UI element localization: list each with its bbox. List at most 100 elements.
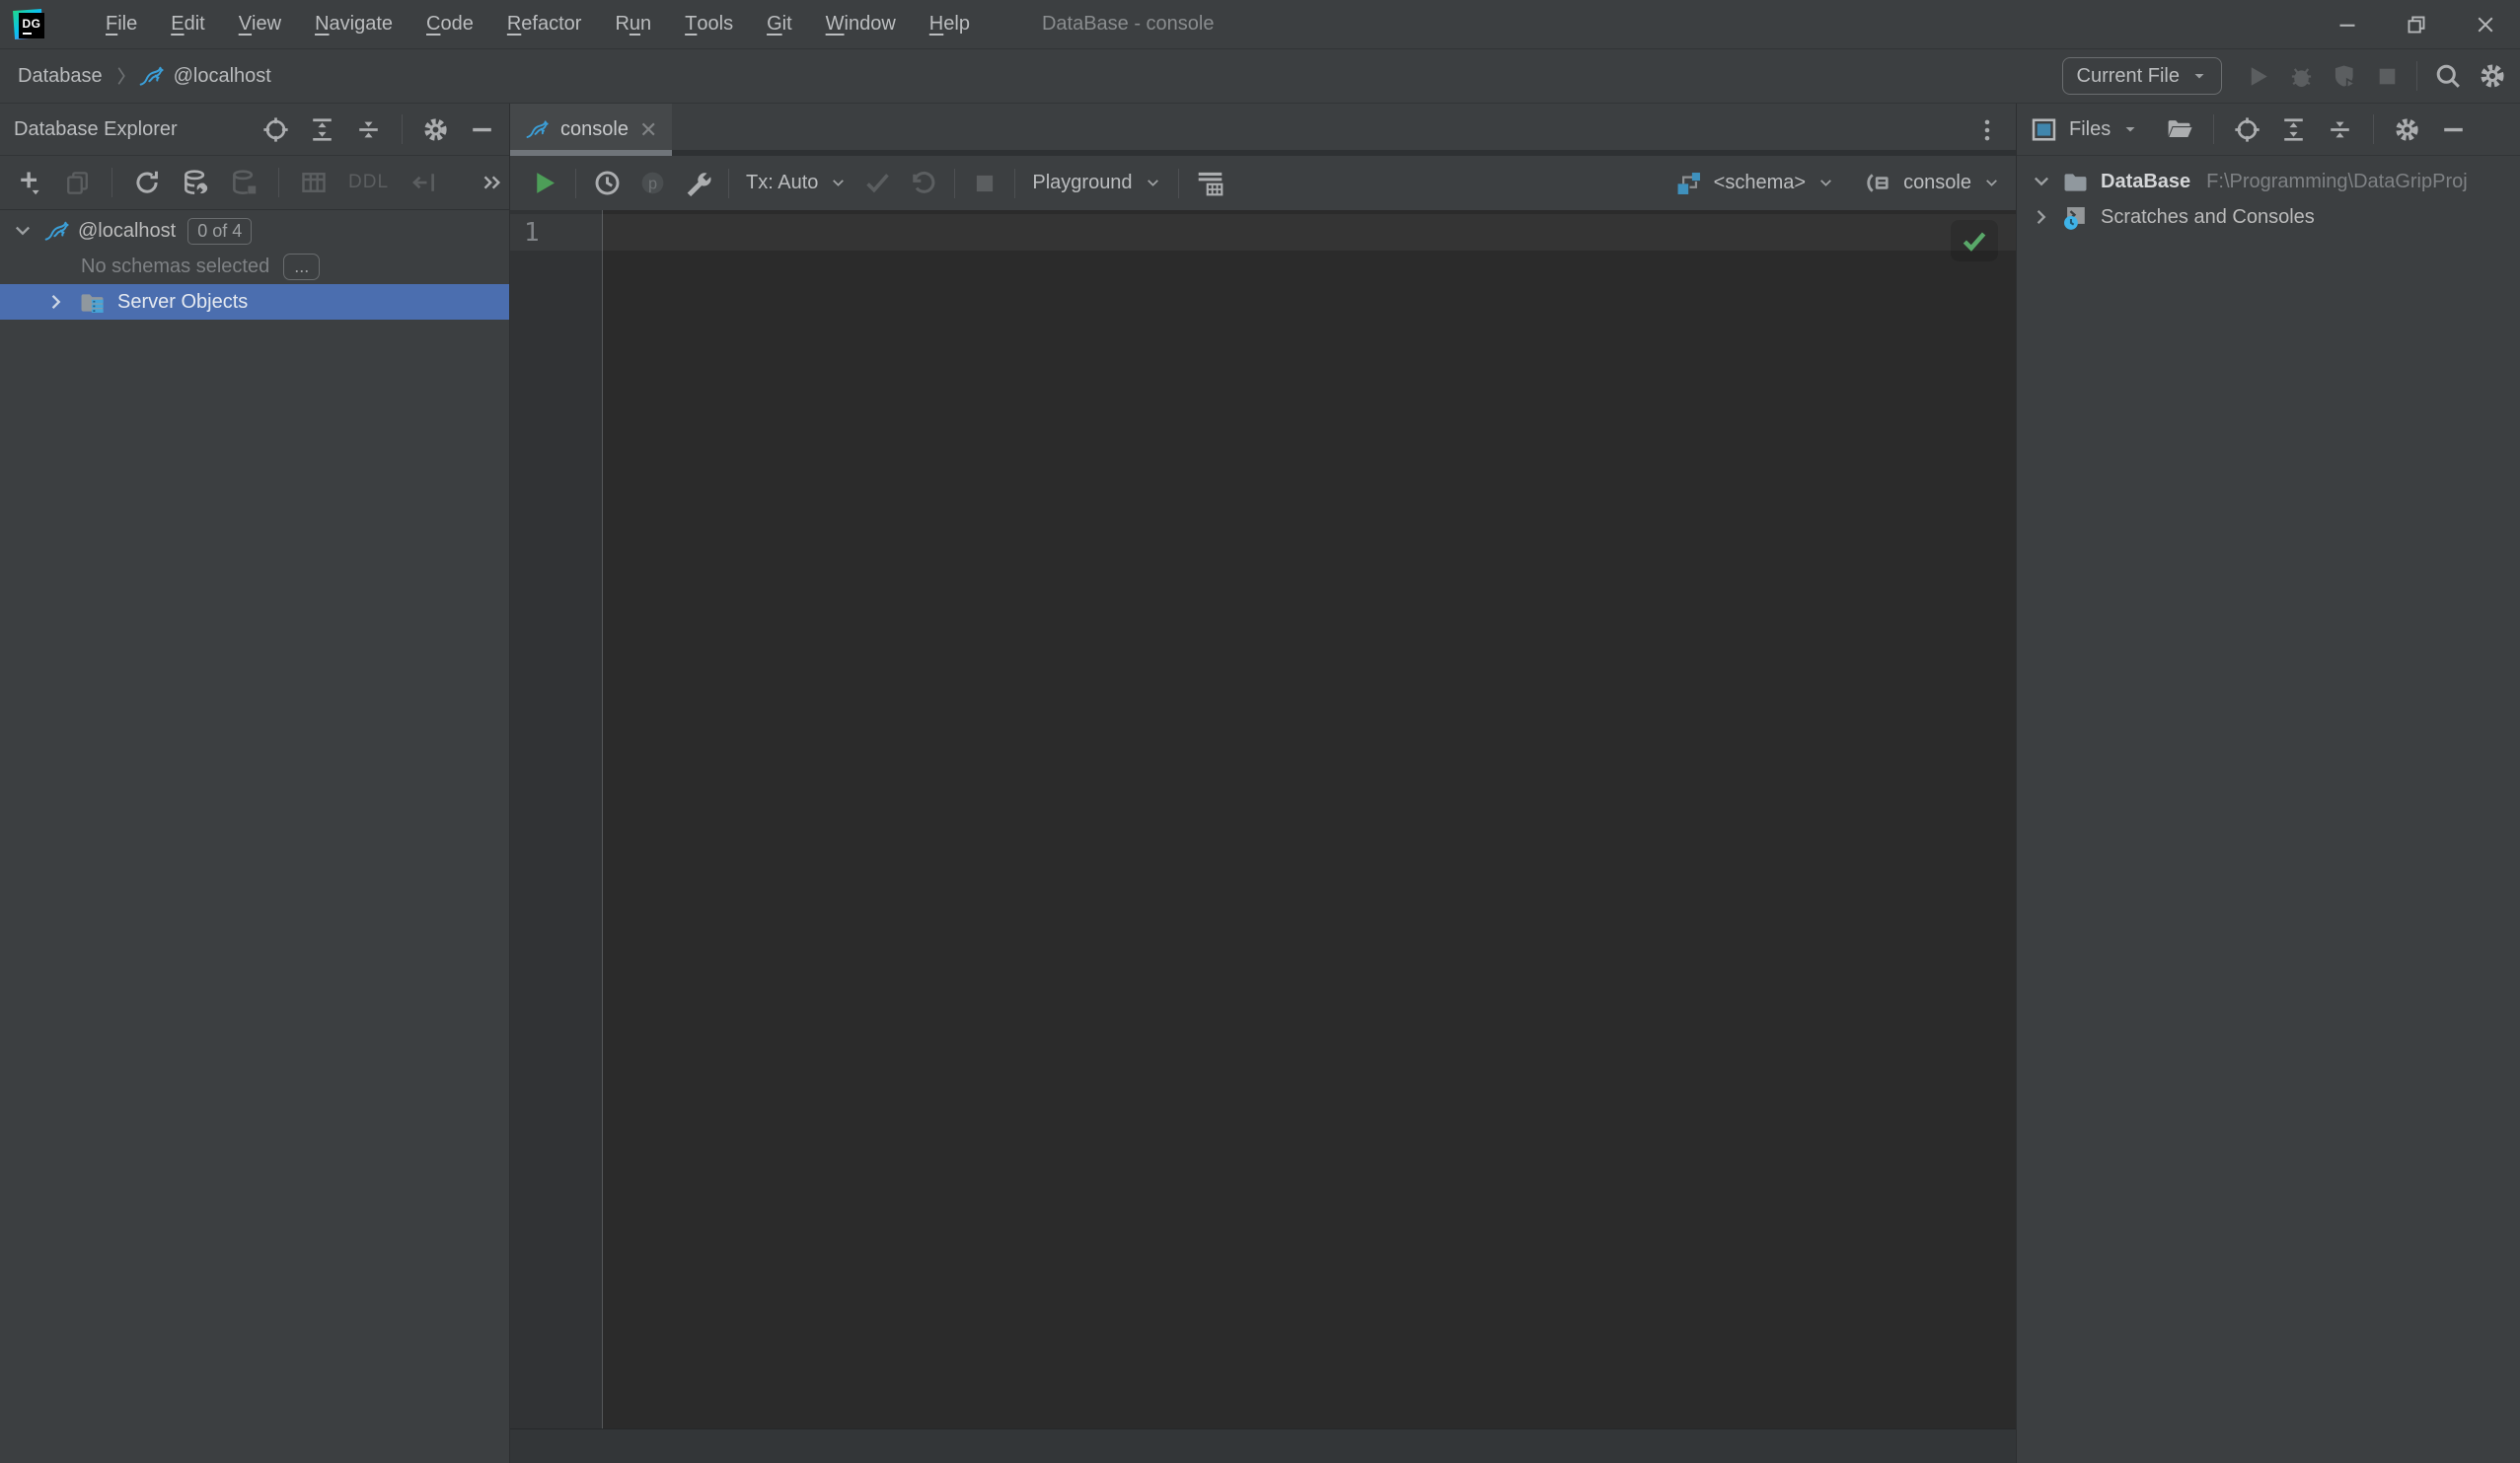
select-schemas-button[interactable]: ...: [283, 254, 320, 280]
close-button[interactable]: [2451, 0, 2520, 49]
data-source-properties-button[interactable]: [182, 169, 209, 196]
menu-help[interactable]: Help: [913, 0, 987, 49]
restore-icon: [2405, 13, 2428, 37]
code-surface[interactable]: [603, 210, 2016, 1428]
table-view-button[interactable]: [300, 169, 328, 196]
refresh-button[interactable]: [133, 169, 161, 196]
commit-button[interactable]: [863, 169, 892, 197]
run-config-select[interactable]: Current File: [2062, 57, 2222, 95]
settings-button[interactable]: [2479, 62, 2506, 90]
profiler-button[interactable]: p: [638, 169, 667, 197]
menu-run[interactable]: Run: [598, 0, 668, 49]
tree-row-project[interactable]: DataBase F:\Programming\DataGripProj: [2017, 164, 2520, 199]
debug-button[interactable]: [2288, 63, 2315, 90]
breadcrumb-item-connection[interactable]: @localhost: [174, 65, 271, 88]
query-history-button[interactable]: [593, 169, 622, 197]
run-widget: Current File: [2062, 57, 2520, 95]
menu-navigate[interactable]: Navigate: [298, 0, 409, 49]
connection-label: @localhost: [78, 220, 176, 243]
title-bar: DG FileEditViewNavigateCodeRefactorRunTo…: [0, 0, 2520, 49]
menu-git[interactable]: Git: [750, 0, 809, 49]
stop-query-button[interactable]: [972, 171, 998, 196]
files-view-select[interactable]: Files: [2031, 116, 2138, 143]
locate-object-button[interactable]: [262, 116, 289, 143]
chevron-down-icon[interactable]: [12, 220, 34, 242]
hide-panel-button[interactable]: [2440, 116, 2467, 143]
tree-row-connection[interactable]: @localhost 0 of 4: [0, 213, 509, 249]
run-config-label: Current File: [2077, 65, 2180, 88]
schema-icon: [1675, 170, 1702, 196]
rollback-button[interactable]: [909, 169, 937, 197]
stop-button[interactable]: [2375, 64, 2400, 89]
chevron-down-icon: [830, 175, 847, 191]
code-editor[interactable]: 1: [510, 210, 2016, 1428]
toolbar-separator: [2373, 114, 2374, 144]
tab-close-icon[interactable]: ✕: [639, 119, 657, 141]
navigation-bar: Database @localhost Current File: [0, 49, 2520, 104]
inspections-widget[interactable]: [1951, 220, 1998, 261]
run-button[interactable]: [2245, 63, 2271, 90]
playground-select[interactable]: Playground: [1032, 172, 1160, 194]
locate-file-button[interactable]: [2234, 116, 2261, 143]
expand-all-button[interactable]: [2280, 116, 2307, 143]
console-icon: [1865, 170, 1891, 196]
chevron-right-icon[interactable]: [2031, 206, 2052, 228]
chevron-down-icon[interactable]: [2031, 171, 2052, 192]
collapse-all-button[interactable]: [355, 116, 382, 143]
tree-row-schemas-hint: No schemas selected ...: [0, 249, 509, 284]
hide-panel-button[interactable]: [469, 116, 495, 143]
toolbar-separator: [575, 169, 576, 198]
more-actions-button[interactable]: [479, 170, 504, 195]
menu-refactor[interactable]: Refactor: [490, 0, 599, 49]
files-panel: Files: [2016, 104, 2520, 1463]
restore-button[interactable]: [2382, 0, 2451, 49]
select-opened-file-button[interactable]: [2166, 115, 2193, 143]
editor-area: console ✕: [510, 104, 2016, 1463]
files-view-label: Files: [2069, 118, 2111, 141]
duplicate-button[interactable]: [64, 170, 91, 196]
search-everywhere-button[interactable]: [2434, 62, 2462, 90]
tree-row-server-objects[interactable]: Server Objects: [0, 284, 509, 320]
scratches-icon: [2062, 204, 2089, 231]
chevron-right-icon[interactable]: [45, 291, 67, 313]
playground-label: Playground: [1032, 172, 1132, 194]
console-toolbar: p Tx: Auto: [510, 156, 2016, 210]
collapse-all-button[interactable]: [2327, 116, 2353, 143]
menubar: FileEditViewNavigateCodeRefactorRunTools…: [89, 0, 987, 49]
chevron-down-icon: [2191, 68, 2207, 84]
menu-tools[interactable]: Tools: [668, 0, 750, 49]
tab-label: console: [560, 118, 629, 141]
jump-to-console-button[interactable]: [409, 169, 437, 196]
panel-options-button[interactable]: [2394, 116, 2420, 143]
toolbar-separator: [2416, 61, 2417, 91]
menu-view[interactable]: View: [222, 0, 298, 49]
console-file-label: console: [1903, 172, 1971, 194]
ddl-button[interactable]: DDL: [348, 172, 389, 193]
execute-button[interactable]: [530, 169, 558, 197]
menu-file[interactable]: File: [89, 0, 154, 49]
menu-window[interactable]: Window: [809, 0, 913, 49]
breadcrumb-item-project[interactable]: Database: [18, 65, 103, 88]
window-controls: [2313, 0, 2520, 49]
add-data-source-button[interactable]: [16, 169, 43, 196]
menu-edit[interactable]: Edit: [154, 0, 221, 49]
tree-row-scratches[interactable]: Scratches and Consoles: [2017, 199, 2520, 235]
chevron-down-icon: [2122, 121, 2138, 137]
in-editor-results-button[interactable]: [1196, 169, 1224, 197]
mysql-dolphin-icon: [525, 117, 550, 142]
expand-all-button[interactable]: [309, 116, 335, 143]
schema-select[interactable]: <schema>: [1675, 170, 1834, 196]
tab-options-kebab-icon[interactable]: [1974, 117, 2000, 143]
run-with-coverage-button[interactable]: [2332, 63, 2358, 90]
toolbar-separator: [1178, 169, 1179, 198]
console-select[interactable]: console: [1865, 170, 2000, 196]
detach-data-source-button[interactable]: [230, 169, 258, 196]
console-settings-wrench-button[interactable]: [684, 170, 711, 197]
editor-gutter: 1: [510, 210, 603, 1428]
menu-code[interactable]: Code: [409, 0, 490, 49]
minimize-button[interactable]: [2313, 0, 2382, 49]
tab-console[interactable]: console ✕: [510, 104, 672, 156]
tx-mode-select[interactable]: Tx: Auto: [746, 172, 847, 194]
panel-options-button[interactable]: [422, 116, 449, 143]
files-view-icon: [2031, 116, 2057, 143]
